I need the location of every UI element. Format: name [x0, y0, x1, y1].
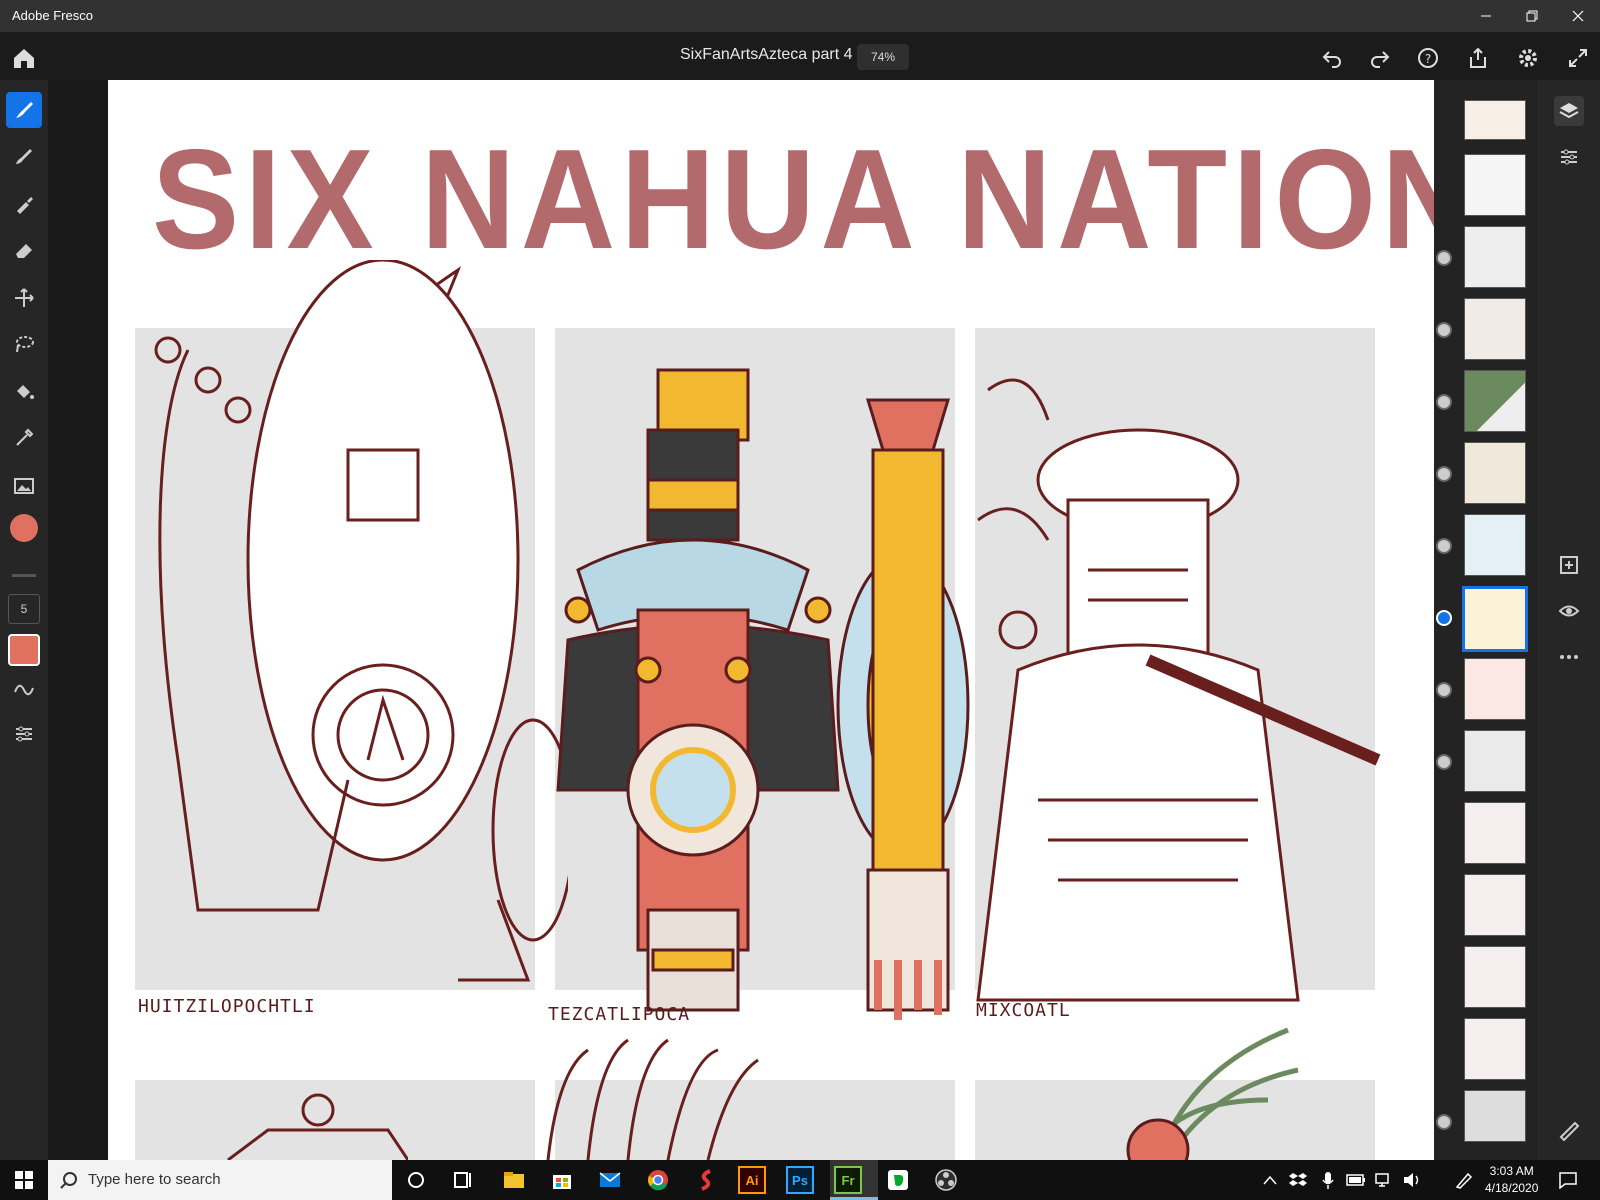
- layer-thumbnail-selected[interactable]: [1462, 586, 1528, 652]
- layers-panel: [1434, 80, 1538, 1160]
- bottom-figure-3: [1126, 1027, 1299, 1160]
- fullscreen-icon[interactable]: [1564, 44, 1592, 72]
- caption-2: TEZCATLIPOCA: [548, 1004, 691, 1025]
- right-panel-bar: [1538, 80, 1600, 1160]
- pen-workspace-icon[interactable]: [1448, 1164, 1480, 1196]
- fresco-icon[interactable]: Fr: [834, 1166, 862, 1194]
- layer-thumbnail[interactable]: [1464, 370, 1526, 432]
- more-options-icon[interactable]: [1554, 642, 1584, 672]
- help-icon[interactable]: ?: [1414, 44, 1442, 72]
- evernote-icon[interactable]: [882, 1164, 914, 1196]
- layer-thumbnail[interactable]: [1464, 154, 1526, 216]
- tools-panel: 5: [0, 80, 48, 1160]
- pixel-brush-icon[interactable]: [6, 138, 42, 174]
- layer-thumbnail[interactable]: [1464, 946, 1526, 1008]
- dropbox-icon[interactable]: [1282, 1164, 1314, 1196]
- bottom-figure-2: [546, 1038, 759, 1160]
- home-icon[interactable]: [10, 44, 38, 72]
- layer-thumbnail[interactable]: [1464, 298, 1526, 360]
- document-title[interactable]: SixFanArtsAzteca part 4: [680, 46, 853, 64]
- layer-thumbnail[interactable]: [1464, 442, 1526, 504]
- layer-radio-selected[interactable]: [1436, 610, 1452, 626]
- share-icon[interactable]: [1464, 44, 1492, 72]
- canvas-area[interactable]: SIX NAHUA NATIONS HUITZILOPOCHTLI TEZCAT…: [48, 80, 1434, 1160]
- cortana-icon[interactable]: [400, 1164, 432, 1196]
- taskbar-search[interactable]: Type here to search: [48, 1160, 392, 1200]
- vector-brush-icon[interactable]: [6, 186, 42, 222]
- store-icon[interactable]: [546, 1164, 578, 1196]
- place-image-icon[interactable]: [6, 468, 42, 504]
- fill-bucket-icon[interactable]: [6, 374, 42, 410]
- caption-1: HUITZILOPOCHTLI: [138, 996, 316, 1017]
- restore-button[interactable]: [1512, 4, 1552, 28]
- eraser-icon[interactable]: [6, 232, 42, 268]
- redo-icon[interactable]: [1366, 44, 1394, 72]
- brush-settings-icon[interactable]: [6, 716, 42, 752]
- ruler-icon[interactable]: [1554, 1116, 1584, 1146]
- smoothing-icon[interactable]: [6, 672, 42, 708]
- obs-icon[interactable]: [930, 1164, 962, 1196]
- notifications-icon[interactable]: [1552, 1164, 1584, 1196]
- layer-radio[interactable]: [1436, 538, 1452, 554]
- window-titlebar: Adobe Fresco: [0, 0, 1600, 32]
- brush-size-value[interactable]: 5: [8, 594, 40, 624]
- taskbar-clock[interactable]: 3:03 AM 4/18/2020: [1485, 1163, 1538, 1197]
- move-icon[interactable]: [6, 280, 42, 316]
- mail-icon[interactable]: [594, 1164, 626, 1196]
- color-swatch-button[interactable]: [6, 510, 42, 546]
- layer-radio[interactable]: [1436, 1114, 1452, 1130]
- artwork-title: SIX NAHUA NATIONS: [152, 120, 1434, 279]
- illustrator-icon[interactable]: Ai: [738, 1166, 766, 1194]
- minimize-button[interactable]: [1466, 4, 1506, 28]
- search-icon: [60, 1172, 77, 1189]
- layer-radio[interactable]: [1436, 250, 1452, 266]
- scrivener-icon[interactable]: [690, 1164, 722, 1196]
- layer-thumbnail[interactable]: [1464, 226, 1526, 288]
- svg-text:?: ?: [1425, 52, 1431, 66]
- live-brush-icon[interactable]: [6, 92, 42, 128]
- layer-thumbnail[interactable]: [1464, 100, 1526, 140]
- eyedropper-icon[interactable]: [6, 420, 42, 456]
- layer-thumbnail[interactable]: [1464, 1018, 1526, 1080]
- settings-gear-icon[interactable]: [1514, 44, 1542, 72]
- tezcatlipoca-illustration: [556, 368, 970, 1020]
- layer-thumbnail[interactable]: [1464, 874, 1526, 936]
- volume-icon[interactable]: [1396, 1164, 1428, 1196]
- layer-radio[interactable]: [1436, 466, 1452, 482]
- windows-start-icon[interactable]: [8, 1164, 40, 1196]
- add-layer-icon[interactable]: [1554, 550, 1584, 580]
- visibility-eye-icon[interactable]: [1554, 596, 1584, 626]
- clock-time: 3:03 AM: [1489, 1164, 1534, 1178]
- caption-3: MIXCOATL: [976, 1000, 1071, 1021]
- layer-thumbnail[interactable]: [1464, 1090, 1526, 1142]
- mixcoatl-illustration: [976, 378, 1381, 1002]
- photoshop-icon[interactable]: Ps: [786, 1166, 814, 1194]
- layer-thumbnail[interactable]: [1464, 730, 1526, 792]
- layer-thumbnail[interactable]: [1464, 514, 1526, 576]
- close-button[interactable]: [1558, 4, 1598, 28]
- zoom-level[interactable]: 74%: [857, 44, 909, 70]
- clock-date: 4/18/2020: [1485, 1181, 1539, 1195]
- selection-lasso-icon[interactable]: [6, 326, 42, 362]
- artboard[interactable]: SIX NAHUA NATIONS HUITZILOPOCHTLI TEZCAT…: [108, 80, 1434, 1160]
- layer-thumbnail[interactable]: [1464, 658, 1526, 720]
- bottom-figure-1: [227, 1093, 408, 1160]
- file-explorer-icon[interactable]: [498, 1164, 530, 1196]
- layer-radio[interactable]: [1436, 754, 1452, 770]
- layer-radio[interactable]: [1436, 322, 1452, 338]
- search-placeholder: Type here to search: [88, 1171, 221, 1188]
- huitzilopochtli-illustration: [154, 260, 568, 982]
- layers-icon[interactable]: [1554, 96, 1584, 126]
- layer-thumbnail[interactable]: [1464, 802, 1526, 864]
- layer-radio[interactable]: [1436, 682, 1452, 698]
- layer-properties-icon[interactable]: [1554, 142, 1584, 172]
- layer-radio[interactable]: [1436, 394, 1452, 410]
- chrome-icon[interactable]: [642, 1164, 674, 1196]
- undo-icon[interactable]: [1318, 44, 1346, 72]
- brush-color-chip[interactable]: [8, 634, 40, 666]
- brush-size-slider-track[interactable]: [12, 574, 36, 577]
- app-title: Adobe Fresco: [12, 8, 93, 23]
- task-view-icon[interactable]: [448, 1164, 480, 1196]
